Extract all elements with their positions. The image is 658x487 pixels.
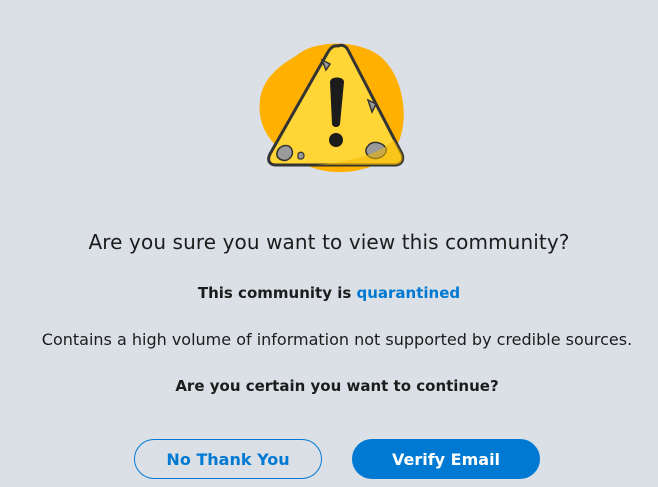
warning-triangle-icon [259, 43, 405, 173]
triangle-crack [297, 151, 305, 160]
no-thank-you-button[interactable]: No Thank You [134, 439, 322, 479]
quarantine-dialog: Are you sure you want to view this commu… [0, 0, 658, 487]
quarantined-link[interactable]: quarantined [357, 284, 461, 302]
status-prefix: This community is [197, 284, 352, 302]
triangle-crack [276, 144, 294, 162]
verify-email-button[interactable]: Verify Email [352, 439, 540, 479]
quarantine-reason: Contains a high volume of information no… [41, 330, 633, 349]
dialog-title: Are you sure you want to view this commu… [88, 230, 570, 254]
confirm-question: Are you certain you want to continue? [175, 377, 499, 395]
quarantine-status: This community is quarantined [0, 284, 658, 302]
exclamation-dot [329, 133, 343, 147]
